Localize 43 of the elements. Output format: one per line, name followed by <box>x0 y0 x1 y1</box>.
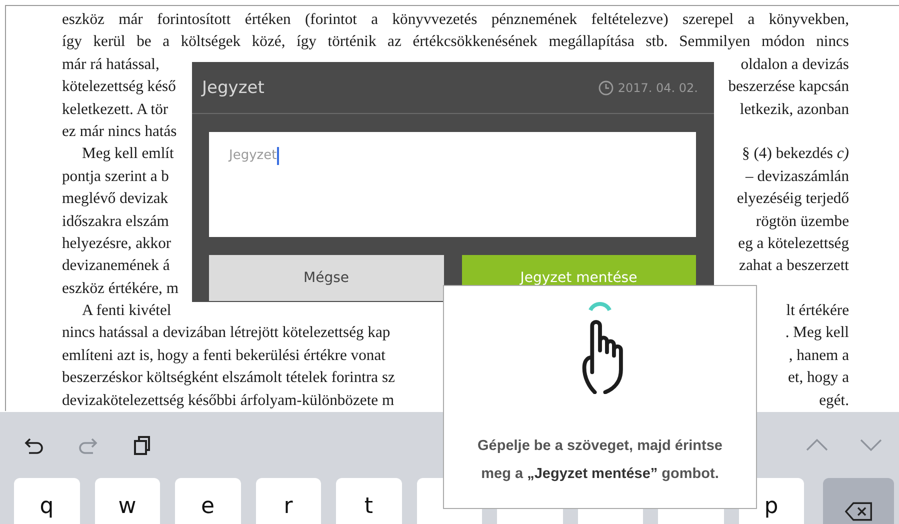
text-line: egét. <box>819 390 849 411</box>
text-line: említeni azt is, hogy a fenti bekerülési értékre vonat <box>62 346 386 366</box>
text-line: meglévő devizak <box>62 189 168 210</box>
text-line: keletkezett. A tör <box>62 100 168 120</box>
text-line: nincs hatással a devizában létrejött kötelezettség kap <box>62 323 390 344</box>
text-line: rögtön üzembe <box>756 212 849 232</box>
backspace-icon <box>844 502 872 521</box>
text-line: devizakötelezettség későbbi árfolyam-különbözete m <box>62 390 394 411</box>
key[interactable]: e <box>175 478 240 524</box>
key[interactable]: t <box>336 478 402 524</box>
text-line: oldalon a devizás <box>740 54 849 75</box>
text-line: kötelezettség késő <box>62 77 176 98</box>
key[interactable]: q <box>14 478 80 524</box>
text-line: zahat a beszerzett <box>739 256 849 276</box>
text-line: pontja szerint a b <box>62 166 169 187</box>
clock-icon <box>598 80 614 96</box>
text-line: Meg kell említ <box>81 144 174 164</box>
text-line: . Meg kell <box>785 323 849 344</box>
text-line: elyezéséig terjedő <box>736 189 849 210</box>
text-line: – devizaszámlán <box>746 166 849 187</box>
text-line: et, hogy a <box>788 368 849 388</box>
text-line: helyezésre, akkor <box>62 234 172 254</box>
text-line: eszköz értékére, m <box>62 278 178 299</box>
text-line: A fenti kivétel <box>81 301 172 322</box>
text-line: lt értékére <box>786 301 849 322</box>
key[interactable]: r <box>256 478 321 524</box>
text-line: eszköz már forintosított értéken (forintot a könyvvezetés pénznemének feltételezve) szerepel a könyvekben, <box>62 10 849 30</box>
text-line: így kerül be a költségek közé, így történik az értékcsökkenésének megállapítása stb. Semmilyen módon nincs <box>62 32 849 52</box>
text-line: ez már nincs hatás <box>62 122 177 142</box>
text-line: letkezik, azonban <box>740 100 849 120</box>
text-line: eg a kötelezettség <box>738 234 849 254</box>
note-date: 2017. 04. 02. <box>618 80 698 94</box>
text-line: devizanemének á <box>62 256 170 276</box>
text-line: § (4) bekezdés c) <box>742 144 849 164</box>
text-line: már rá hatással, <box>62 54 160 75</box>
hint-text: Gépelje be a szöveget, majd érintse meg a „Jegyzet mentése” gombot. <box>476 437 724 484</box>
text-line: beszerzéskor költségként elszámolt tételek forintra sz <box>62 368 395 388</box>
text-line: beszerzése kapcsán <box>728 77 849 98</box>
text-line: időszakra elszám <box>62 212 169 232</box>
text-line: , hanem a <box>788 346 849 366</box>
key[interactable]: w <box>94 478 160 524</box>
cancel-button[interactable]: Mégse <box>209 255 444 301</box>
dialog-title: Jegyzet <box>202 78 264 98</box>
